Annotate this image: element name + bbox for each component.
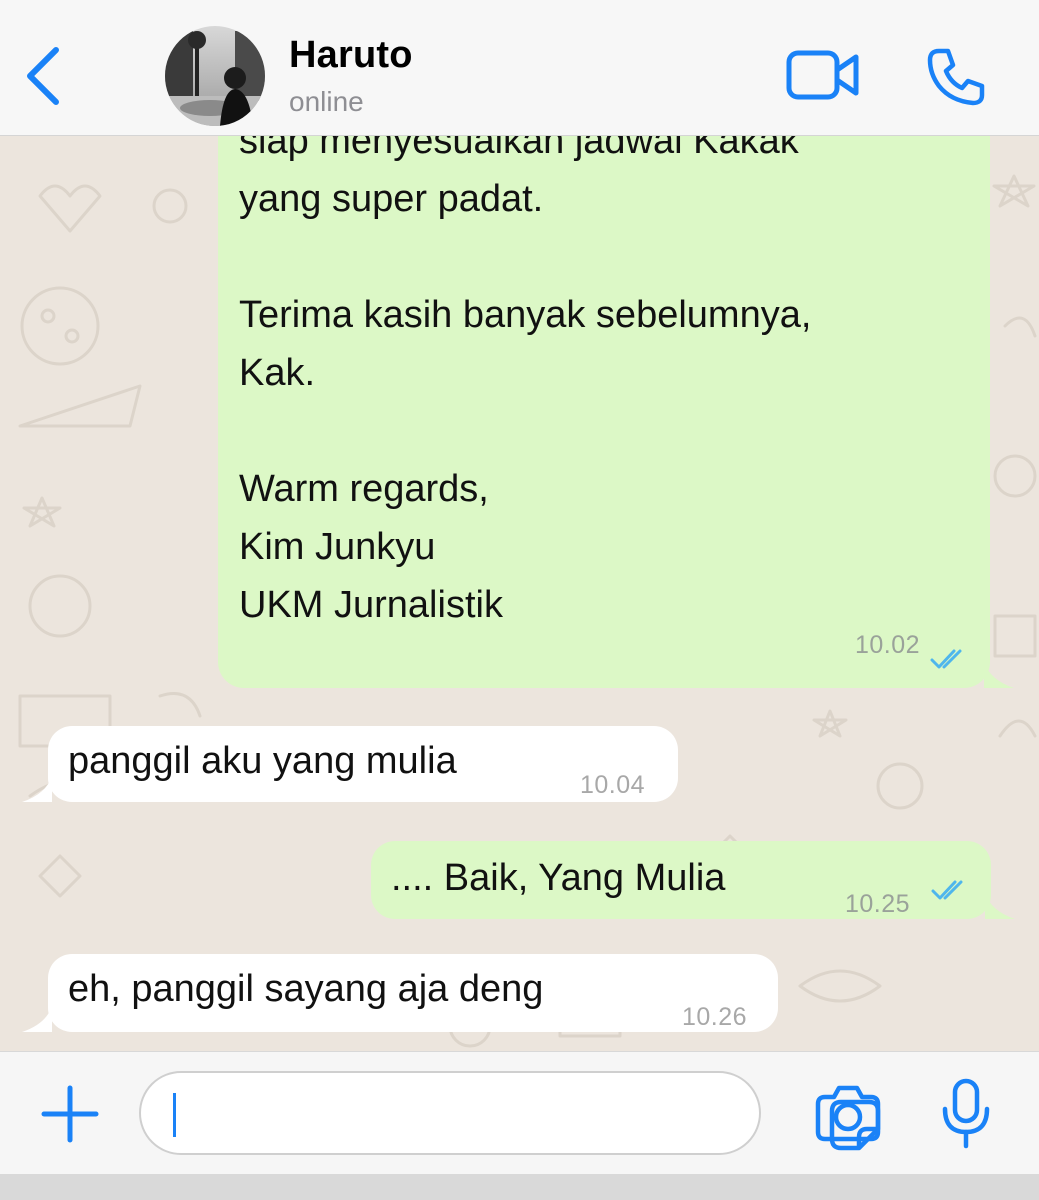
message-bubble-outgoing[interactable]: siap menyesuaikan jadwal Kakak yang supe… [218,136,1014,688]
voice-call-button[interactable] [925,46,987,108]
message-bubble-incoming[interactable]: panggil aku yang mulia 10.04 [22,726,678,802]
message-line: yang super padat. [239,178,544,220]
message-line: Terima kasih banyak sebelumnya, [239,294,812,336]
message-line: .... Baik, Yang Mulia [391,857,726,899]
video-call-button[interactable] [786,48,860,102]
camera-button[interactable] [815,1083,881,1143]
bubble-tail [984,662,1014,688]
video-camera-icon [786,50,859,100]
message-input-wrapper[interactable] [139,1071,881,1155]
message-line: eh, panggil sayang aja deng [68,968,544,1010]
message-line: Kak. [239,352,316,394]
message-text: siap menyesuaikan jadwal Kakak yang supe… [239,136,811,634]
text-caret [173,1093,176,1137]
camera-icon [815,1085,881,1142]
message-timestamp: 10.26 [682,1003,748,1031]
message-bubble-incoming[interactable]: eh, panggil sayang aja deng 10.26 [22,954,778,1032]
bubble-tail [22,1006,52,1032]
bubble-tail [985,893,1015,919]
chat-area[interactable]: siap menyesuaikan jadwal Kakak yang supe… [0,136,1039,1051]
double-check-icon [931,880,963,900]
home-indicator-area [0,1174,1039,1200]
attach-button[interactable] [40,1084,100,1144]
message-timestamp: 10.04 [580,771,646,799]
message-line [239,402,811,460]
message-line: Warm regards, [239,468,489,510]
message-bubble-outgoing[interactable]: .... Baik, Yang Mulia 10.25 [371,841,1015,919]
message-line: panggil aku yang mulia [68,740,457,782]
microphone-icon [942,1078,990,1149]
double-check-icon [930,649,962,669]
message-line: UKM Jurnalistik [239,584,503,626]
message-text: .... Baik, Yang Mulia [391,849,725,907]
bubble-tail [22,776,52,802]
message-composer [0,1051,1039,1174]
message-line: siap menyesuaikan jadwal Kakak [239,136,799,162]
contact-name[interactable]: Haruto [289,34,413,77]
back-button[interactable] [20,44,70,108]
message-text: eh, panggil sayang aja deng [68,960,543,1018]
contact-avatar[interactable] [165,26,265,126]
chevron-left-icon [27,47,59,105]
contact-status: online [289,86,364,117]
message-line: Kim Junkyu [239,526,436,568]
message-text: panggil aku yang mulia [68,732,457,790]
phone-icon [927,48,985,106]
message-timestamp: 10.25 [845,890,911,918]
plus-icon [41,1085,99,1143]
message-timestamp: 10.02 [854,631,920,659]
voice-message-button[interactable] [941,1078,991,1150]
message-input[interactable] [171,1087,675,1141]
chat-header: Haruto online [0,0,1039,136]
message-line [239,228,811,286]
